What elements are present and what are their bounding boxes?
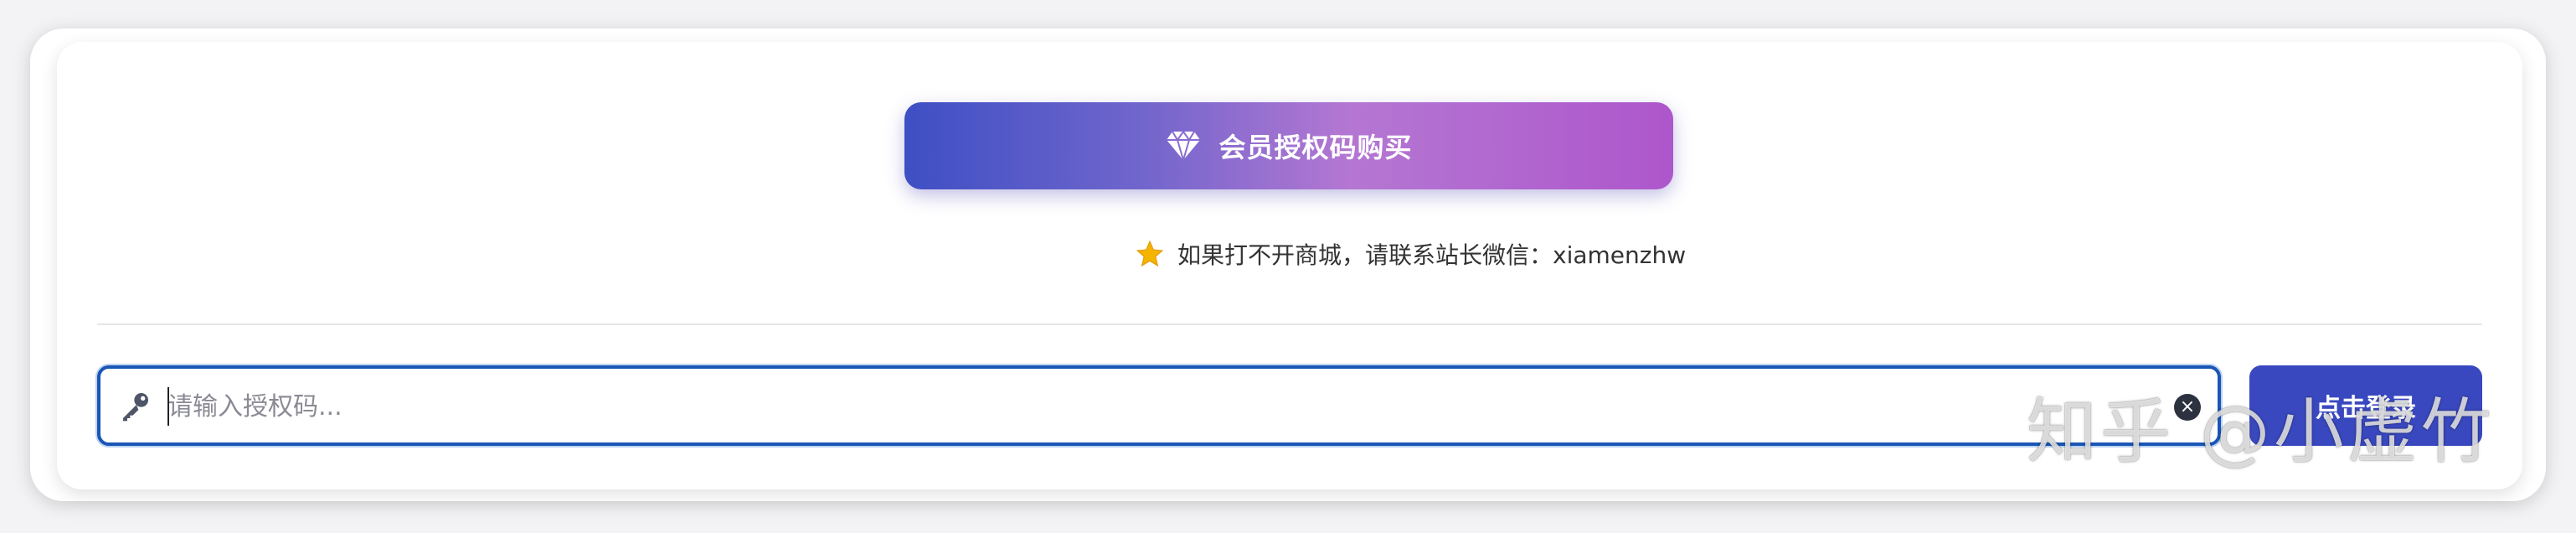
buy-license-button[interactable]: 会员授权码购买 [904, 102, 1673, 189]
auth-code-field[interactable]: × [97, 365, 2221, 446]
contact-notice: 如果打不开商城，请联系站长微信：xiamenzhw [1136, 235, 1686, 273]
auth-code-input[interactable] [166, 379, 2146, 434]
text-caret [167, 387, 169, 426]
buy-license-label: 会员授权码购买 [1218, 132, 1413, 163]
notice-text: 如果打不开商城，请联系站长微信：xiamenzhw [1177, 241, 1687, 269]
login-button[interactable]: 点击登录 [2249, 365, 2482, 446]
clear-icon[interactable]: × [2174, 394, 2201, 421]
star-icon [1136, 239, 1166, 269]
diamond-icon [1165, 127, 1202, 164]
key-icon [119, 389, 152, 422]
divider [97, 323, 2482, 325]
